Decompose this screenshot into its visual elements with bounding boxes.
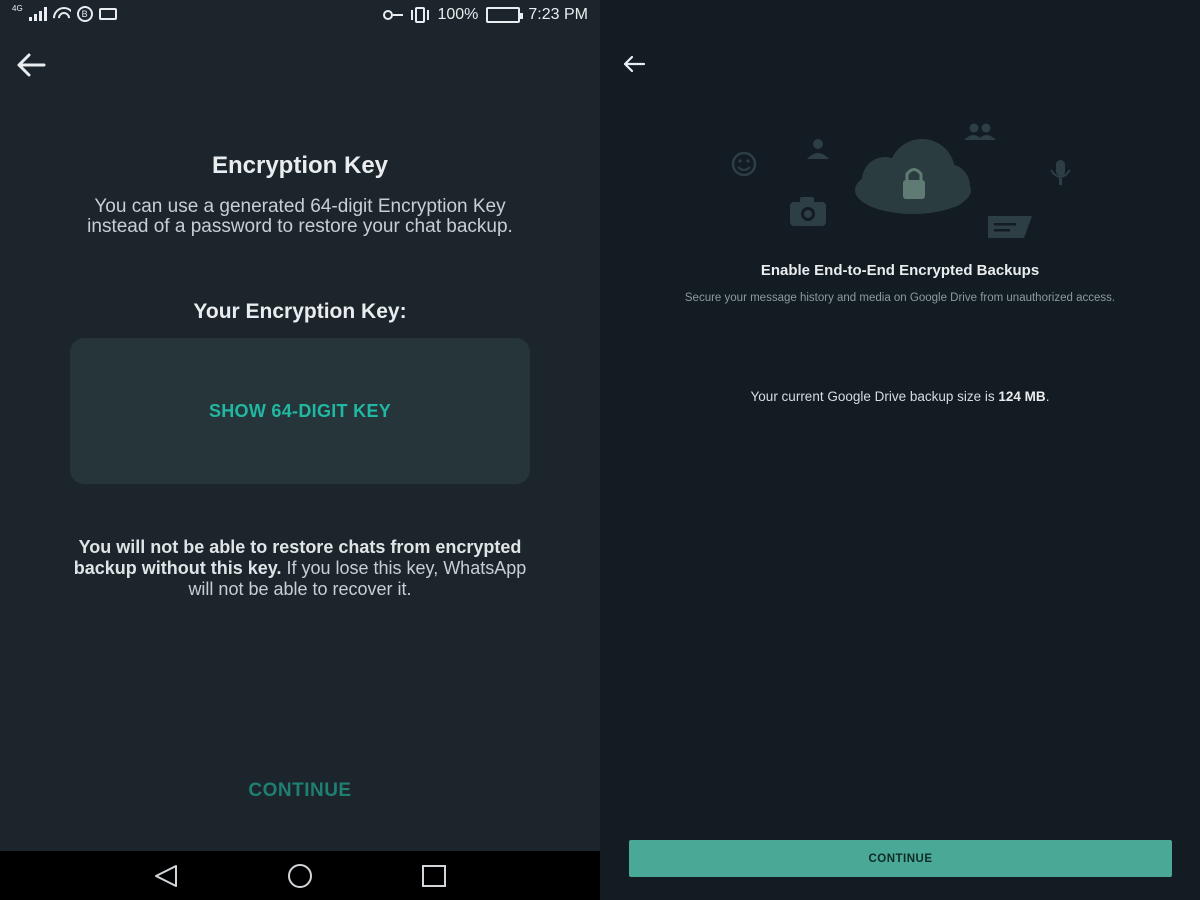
message-icon <box>988 216 1032 238</box>
mic-icon <box>1050 160 1071 185</box>
back-icon[interactable] <box>152 863 180 889</box>
screen-cast-icon <box>98 8 117 20</box>
page-description: You can use a generated 64-digit Encrypt… <box>87 196 513 237</box>
back-arrow-icon[interactable] <box>14 50 48 80</box>
status-bar: 4G B 100% 7:23 PM <box>0 0 600 32</box>
emoji-icon <box>731 151 757 177</box>
encrypted-backups-screen: Enable End-to-End Encrypted Backups Secu… <box>600 0 1200 900</box>
clock: 7:23 PM <box>528 6 588 23</box>
group-icon <box>964 123 996 140</box>
encryption-key-heading: Your Encryption Key: <box>193 300 407 323</box>
backup-size-text: Your current Google Drive backup size is… <box>600 389 1200 404</box>
cloud-lock-icon <box>855 139 971 214</box>
vpn-key-icon <box>383 10 404 20</box>
show-key-button[interactable]: SHOW 64-DIGIT KEY <box>209 401 391 422</box>
data-saver-icon: B <box>76 6 93 22</box>
signal-icon <box>28 7 47 21</box>
page-title: Encryption Key <box>211 152 389 179</box>
person-icon <box>807 139 829 159</box>
backup-size-suffix: . <box>1045 389 1050 404</box>
encryption-key-box: SHOW 64-DIGIT KEY <box>70 338 530 484</box>
wifi-icon <box>53 7 71 21</box>
back-arrow-icon[interactable] <box>620 52 648 76</box>
page-title: Enable End-to-End Encrypted Backups <box>760 262 1040 279</box>
vibrate-icon <box>411 7 430 23</box>
warning-text: You will not be able to restore chats fr… <box>64 537 536 600</box>
backup-size-value: 124 MB <box>998 389 1046 404</box>
home-icon[interactable] <box>286 863 314 889</box>
camera-icon <box>790 197 826 226</box>
encryption-key-screen: 4G B 100% 7:23 PM Encryption Key You can… <box>0 0 600 900</box>
continue-button[interactable]: CONTINUE <box>0 780 600 802</box>
network-type: 4G <box>12 3 23 13</box>
continue-button[interactable]: CONTINUE <box>629 840 1172 877</box>
recents-icon[interactable] <box>420 863 448 889</box>
battery-percent: 100% <box>437 6 479 23</box>
system-nav-bar <box>0 851 600 900</box>
page-description: Secure your message history and media on… <box>684 292 1116 304</box>
backup-size-prefix: Your current Google Drive backup size is <box>750 389 999 404</box>
battery-icon <box>486 7 524 23</box>
backup-illustration <box>731 123 1071 238</box>
